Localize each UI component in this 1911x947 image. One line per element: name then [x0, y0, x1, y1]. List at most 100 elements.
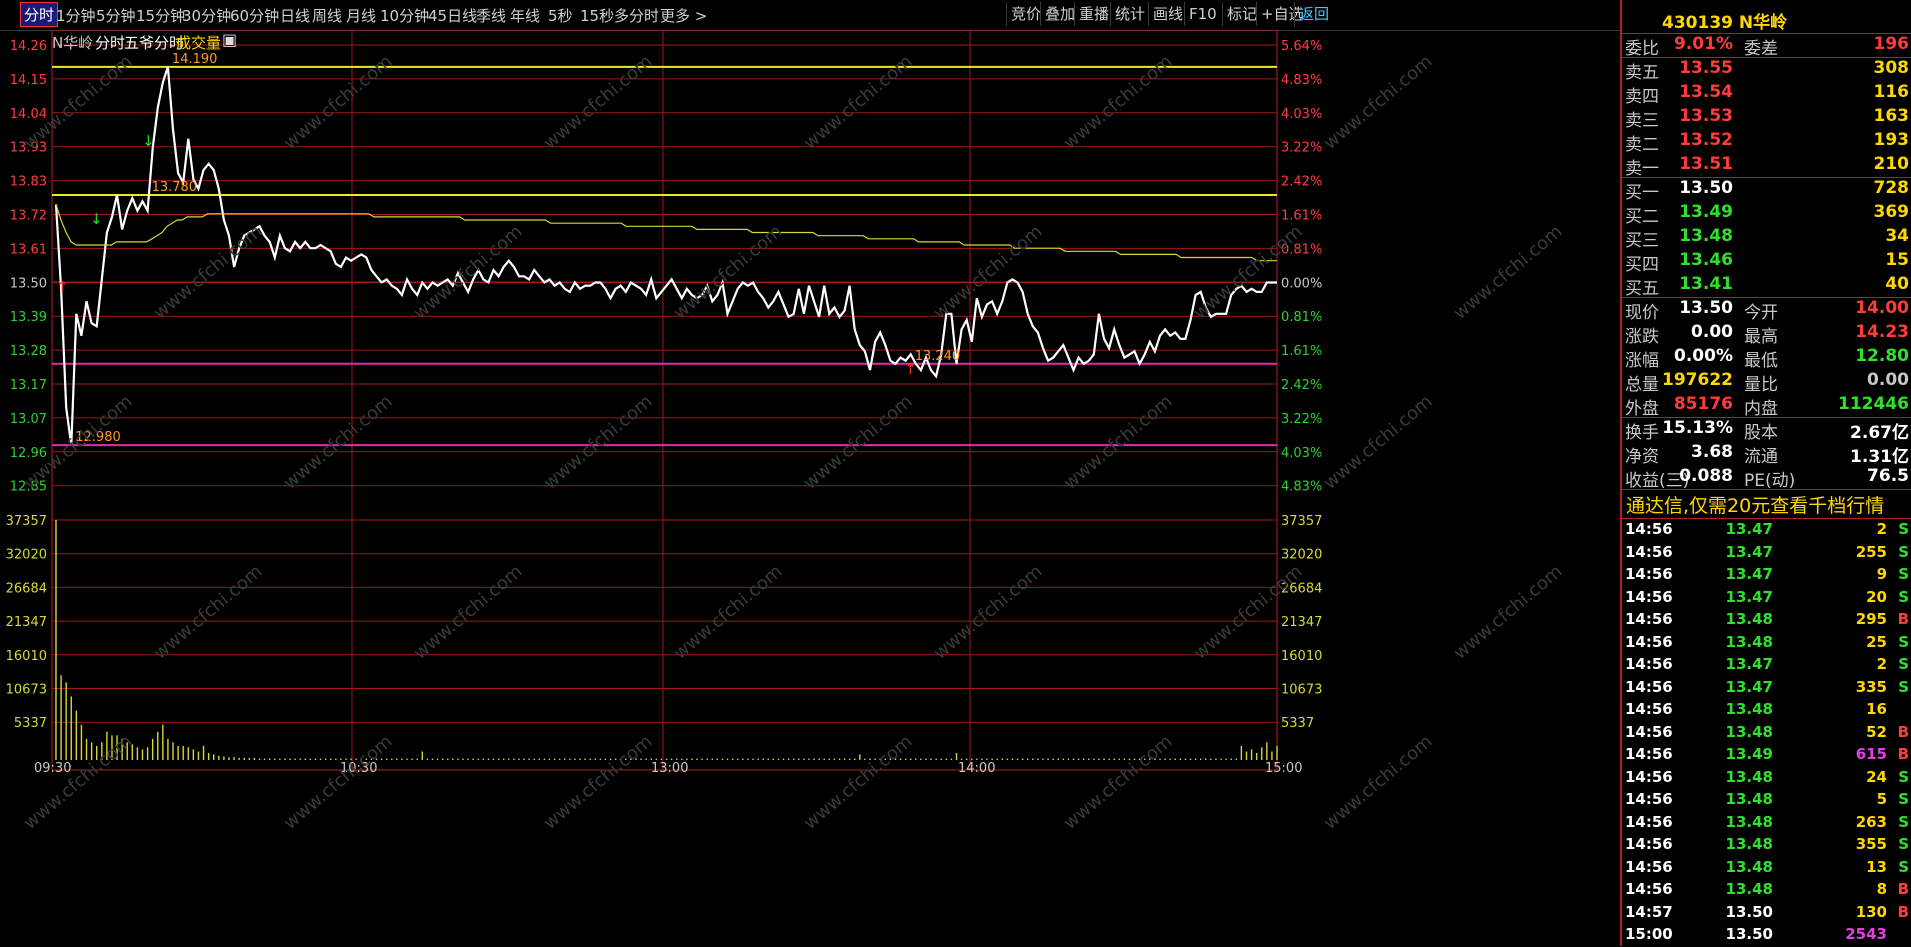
price-tick-10: 13.17: [10, 378, 47, 393]
bid-row-3: 买四 13.46 15: [1625, 250, 1909, 275]
sell-arrow-icon-1: ↓: [142, 132, 155, 150]
tab-10[interactable]: 45日线: [428, 5, 477, 26]
ask-row-0: 卖五 13.55 308: [1625, 58, 1909, 83]
pct-tick-2: 4.03%: [1281, 107, 1322, 122]
tick-row: 14:56 13.47 2 S: [1625, 655, 1909, 673]
pct-tick-10: 2.42%: [1281, 378, 1322, 393]
bid-row-2: 买三 13.48 34: [1625, 226, 1909, 251]
tab-3[interactable]: 15分钟: [136, 5, 185, 26]
period-toolbar: 分时 1分钟 5分钟 15分钟 30分钟 60分钟 日线 周线 月线 10分钟 45日线 季线 年线 5秒…: [0, 0, 1620, 31]
tab-12[interactable]: 年线: [510, 5, 540, 26]
tick-row: 14:56 13.49 615 B: [1625, 745, 1909, 763]
watermark-text: www.cfchi.com: [410, 561, 527, 664]
toolbar-button-5[interactable]: F10: [1184, 2, 1221, 26]
tick-row: 14:56 13.47 255 S: [1625, 542, 1909, 561]
camera-icon[interactable]: ▣: [222, 30, 237, 49]
watermark-text: www.cfchi.com: [1450, 221, 1567, 324]
pct-tick-9: 1.61%: [1281, 344, 1322, 359]
tab-7[interactable]: 周线: [312, 5, 342, 26]
tab-9[interactable]: 10分钟: [380, 5, 429, 26]
ask-row-1: 卖四 13.54 116: [1625, 82, 1909, 107]
ask-row-2: 卖三 13.53 163: [1625, 106, 1909, 131]
tick-row: 14:56 13.48 5 S: [1625, 790, 1909, 808]
sep-notice: [1622, 489, 1911, 490]
price-annotation-1: 13.780: [152, 180, 198, 195]
ask-row-4: 卖一 13.51 210: [1625, 154, 1909, 179]
vol-tick-left-5: 10673: [6, 683, 47, 698]
vol-tick-left-3: 21347: [6, 615, 47, 630]
tab-0[interactable]: 分时: [20, 2, 59, 27]
watermark-text: www.cfchi.com: [280, 391, 397, 494]
vol-tick-left-0: 37357: [6, 514, 47, 529]
tab-15[interactable]: 多分时: [614, 5, 659, 26]
pct-tick-7: 0.00%: [1281, 276, 1322, 291]
price-tick-7: 13.50: [10, 276, 47, 291]
toolbar-button-3[interactable]: 统计: [1110, 2, 1149, 26]
tab-13[interactable]: 5秒: [548, 5, 573, 26]
time-tick-3: 14:00: [958, 761, 995, 776]
vol-tick-right-0: 37357: [1281, 514, 1322, 529]
vol-tick-right-4: 16010: [1281, 649, 1322, 664]
tick-row: 14:56 13.48 355 S: [1625, 835, 1909, 853]
tab-14[interactable]: 15秒: [580, 5, 614, 26]
watermark-text: www.cfchi.com: [930, 561, 1047, 664]
bid-row-4: 买五 13.41 40: [1625, 274, 1909, 299]
tab-11[interactable]: 季线: [476, 5, 506, 26]
ask-row-3: 卖二 13.52 193: [1625, 130, 1909, 155]
pct-tick-8: 0.81%: [1281, 310, 1322, 325]
tick-row: 14:56 13.48 25 S: [1625, 632, 1909, 651]
pct-tick-3: 3.22%: [1281, 141, 1322, 156]
watermark-text: www.cfchi.com: [1320, 391, 1437, 494]
tick-row: 14:56 13.47 9 S: [1625, 565, 1909, 583]
tick-row: 14:56 13.48 295 B: [1625, 610, 1909, 628]
vol-tick-left-4: 16010: [6, 649, 47, 664]
tick-row: 14:56 13.47 20 S: [1625, 587, 1909, 606]
tab-16[interactable]: 更多 >: [660, 5, 707, 26]
tick-row: 14:56 13.48 263 S: [1625, 812, 1909, 831]
vol-tick-right-5: 10673: [1281, 683, 1322, 698]
stat-row-1: 涨跌 0.00 最高 14.23: [1625, 322, 1909, 347]
watermark-text: www.cfchi.com: [670, 221, 787, 324]
tab-1[interactable]: 1分钟: [56, 5, 96, 26]
mode-label[interactable]: 分时: [95, 32, 125, 53]
five-fen-label[interactable]: 五爷分时: [124, 32, 184, 53]
time-tick-2: 13:00: [651, 761, 688, 776]
tick-row: 15:00 13.50 2543: [1625, 925, 1887, 943]
watermark-text: www.cfchi.com: [800, 391, 917, 494]
fin-row-0: 换手 15.13% 股本 2.67亿: [1625, 418, 1909, 443]
volume-label[interactable]: 成交量: [176, 32, 221, 53]
tick-row: 14:56 13.48 52 B: [1625, 722, 1909, 741]
price-tick-1: 14.15: [10, 73, 47, 88]
pct-tick-0: 5.64%: [1281, 39, 1322, 54]
toolbar-button-4[interactable]: 画线: [1148, 2, 1187, 26]
tab-2[interactable]: 5分钟: [96, 5, 136, 26]
watermark-text: www.cfchi.com: [20, 731, 137, 834]
level2-notice-link[interactable]: 通达信,仅需20元查看千档行情: [1626, 491, 1884, 518]
toolbar-button-2[interactable]: 重播: [1074, 2, 1113, 26]
tab-5[interactable]: 60分钟: [230, 5, 279, 26]
tick-row: 14:56 13.47 335 S: [1625, 677, 1909, 696]
price-tick-8: 13.39: [10, 310, 47, 325]
chart-canvas: 14.26 5.64%14.15 4.83%14.04 4.03%13.93 3.22%…: [6, 30, 1567, 834]
stat-row-0: 现价 13.50 今开 14.00: [1625, 298, 1909, 323]
watermark-text: www.cfchi.com: [1060, 731, 1177, 834]
tab-6[interactable]: 日线: [280, 5, 310, 26]
stat-row-2: 涨幅 0.00% 最低 12.80: [1625, 346, 1909, 371]
tick-row: 14:56 13.48 8 B: [1625, 880, 1909, 898]
tick-row: 14:57 13.50 130 B: [1625, 902, 1909, 921]
tab-8[interactable]: 月线: [346, 5, 376, 26]
intraday-chart[interactable]: 14.26 5.64% 14.15 4.83% 14.04 4.03% 13.93 3.22%…: [0, 30, 1620, 946]
pct-tick-12: 4.03%: [1281, 446, 1322, 461]
watermark-text: www.cfchi.com: [280, 731, 397, 834]
toolbar-button-8[interactable]: 返回: [1294, 2, 1333, 26]
fin-row-1: 净资 3.68 流通 1.31亿: [1625, 442, 1909, 467]
vol-tick-right-1: 32020: [1281, 548, 1322, 563]
vol-tick-right-6: 5337: [1281, 716, 1314, 731]
tab-4[interactable]: 30分钟: [182, 5, 231, 26]
price-tick-0: 14.26: [10, 39, 47, 54]
price-tick-9: 13.28: [10, 344, 47, 359]
watermark-text: www.cfchi.com: [930, 221, 1047, 324]
pct-tick-11: 3.22%: [1281, 412, 1322, 427]
buy-arrow-icon-2: ↑: [904, 360, 917, 378]
watermark-text: www.cfchi.com: [670, 561, 787, 664]
